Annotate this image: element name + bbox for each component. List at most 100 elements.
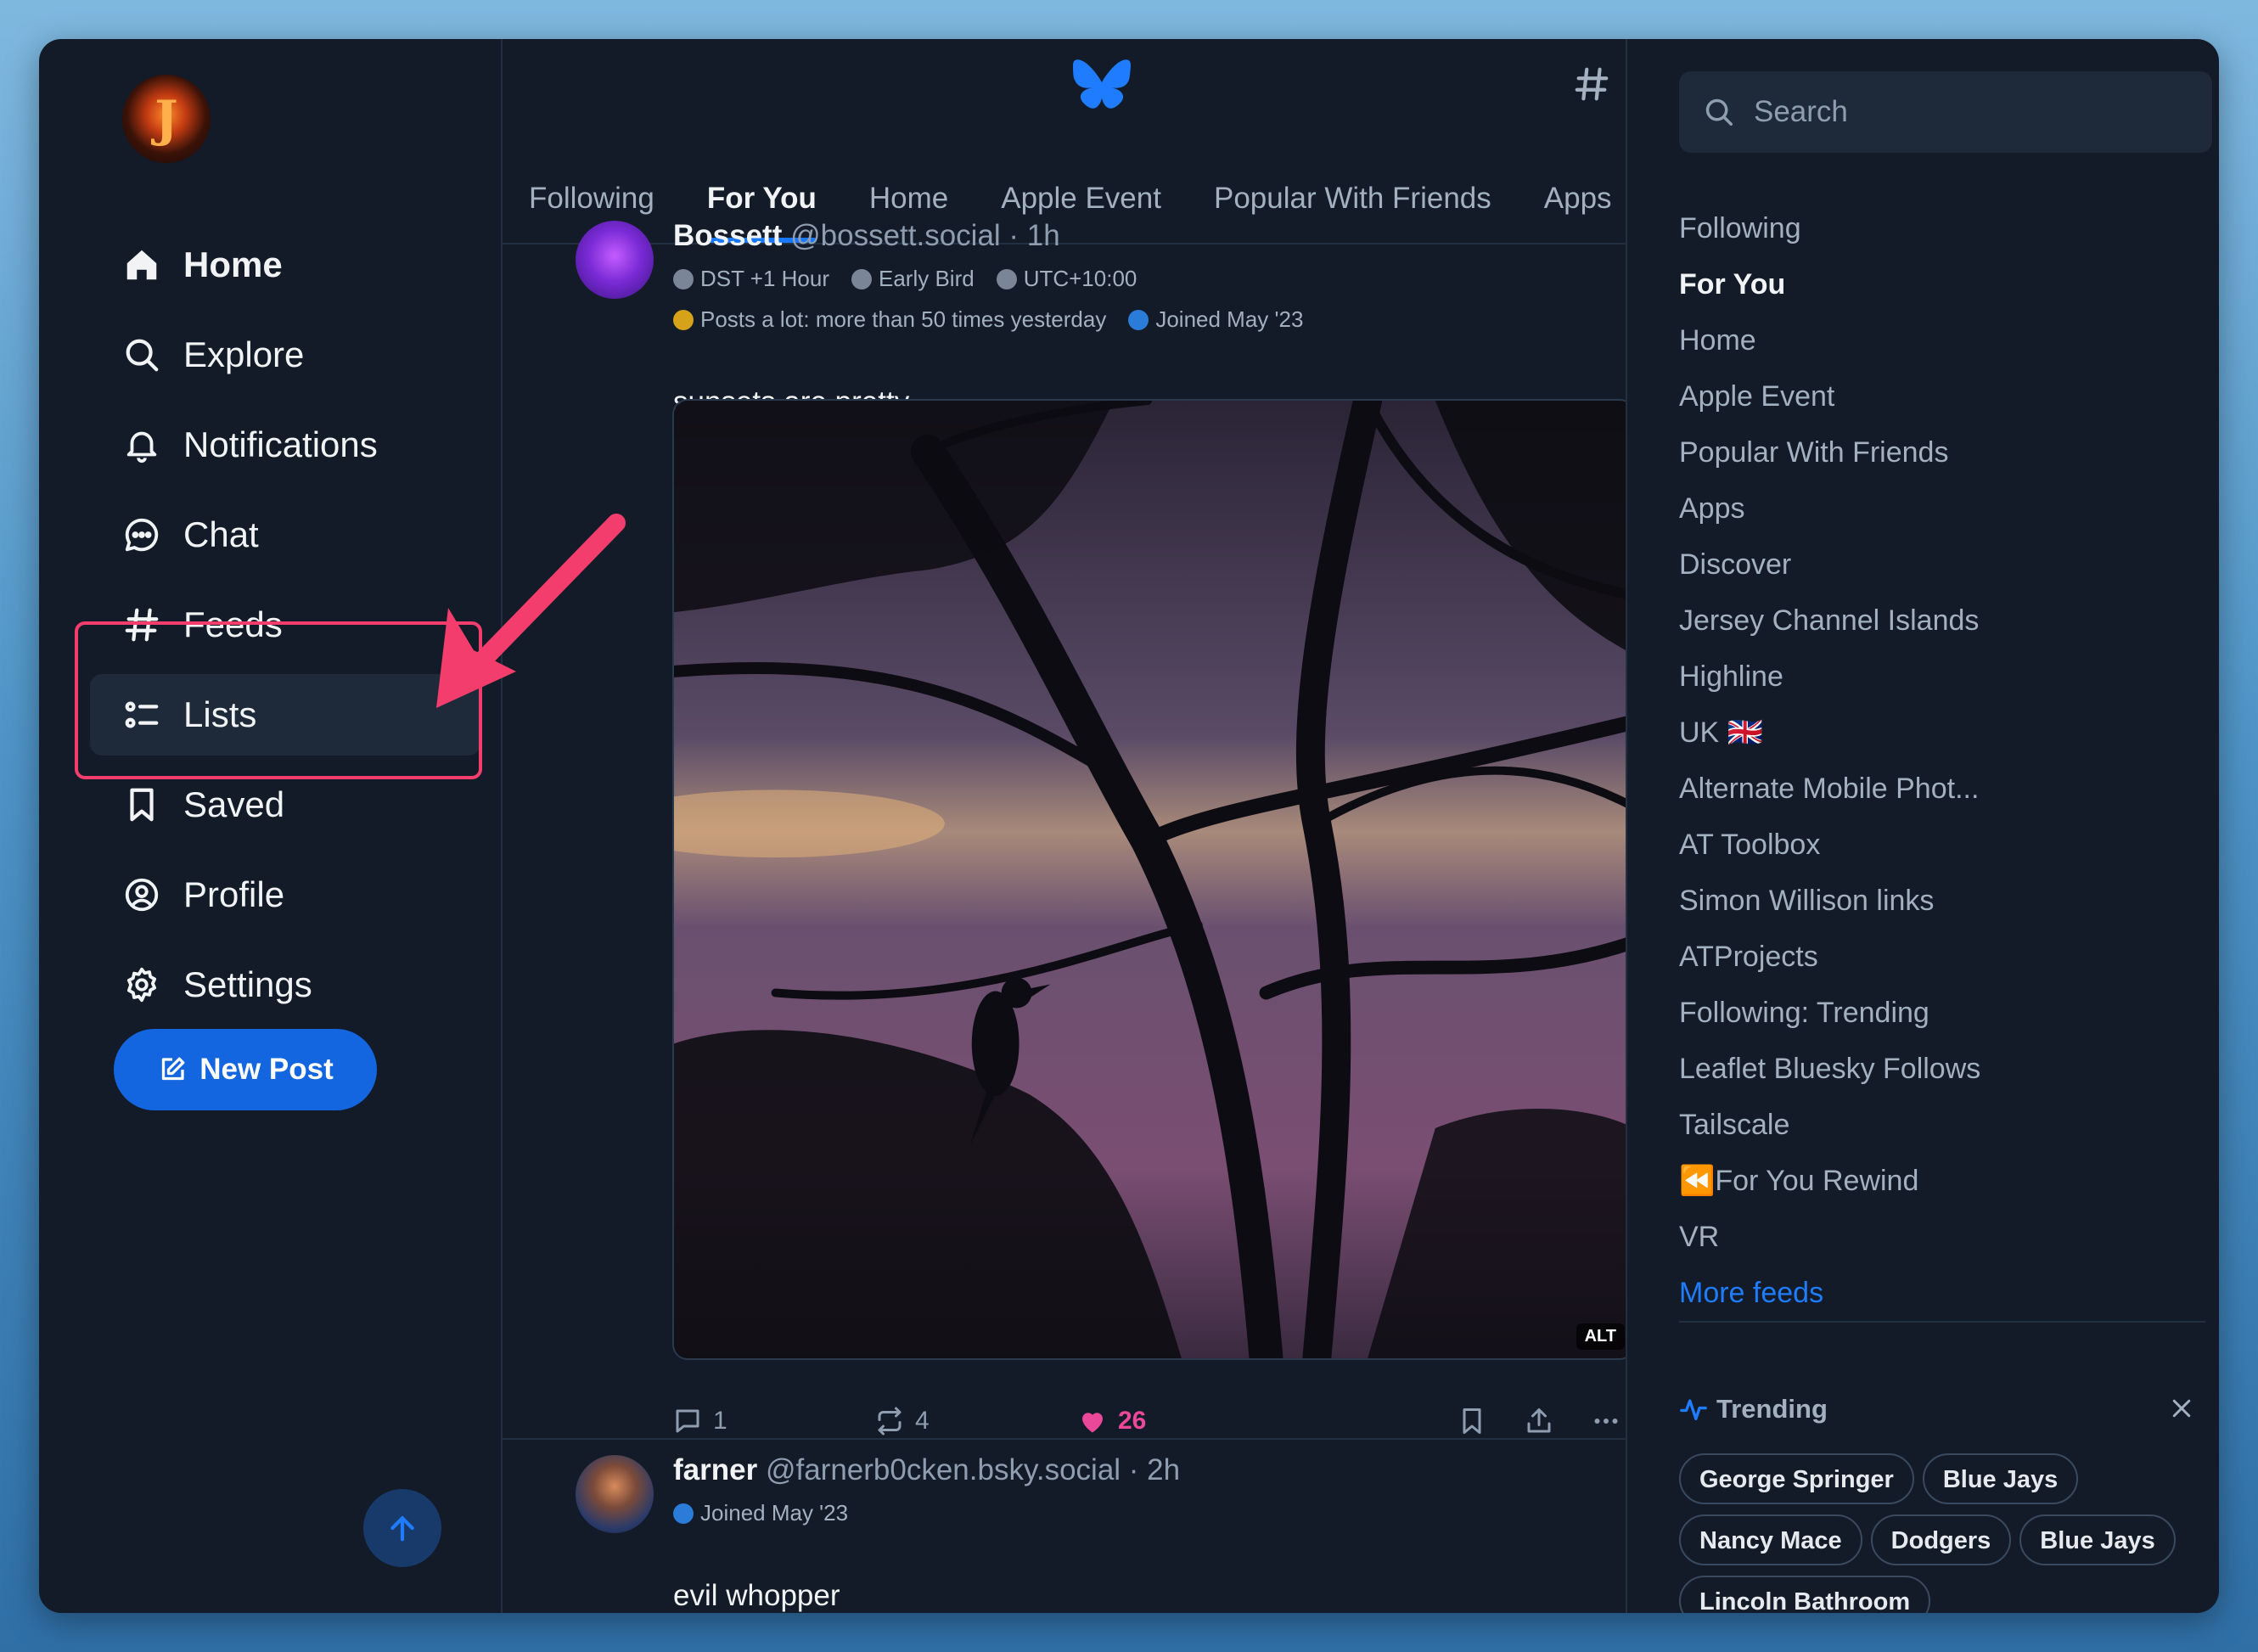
post-header: Bossett @bossett.social · 1h: [673, 219, 1060, 253]
alt-text-badge[interactable]: ALT: [1576, 1323, 1625, 1350]
search-icon: [126, 339, 159, 372]
badge-label: UTC+10:00: [1023, 266, 1137, 291]
trending-topic[interactable]: Dodgers: [1870, 1514, 2012, 1565]
feed-link[interactable]: Apps: [1679, 480, 1980, 537]
feed-link[interactable]: ⏪For You Rewind: [1679, 1153, 1980, 1209]
nav-item-explore[interactable]: Explore: [90, 314, 480, 396]
feed-link[interactable]: Home: [1679, 312, 1980, 368]
repost-icon: [878, 1407, 902, 1436]
nav-item-home[interactable]: Home: [90, 224, 480, 306]
like-count: 26: [1118, 1407, 1147, 1435]
feed-link[interactable]: VR: [1679, 1209, 1980, 1265]
reply-button[interactable]: 1: [672, 1406, 727, 1436]
post-image[interactable]: ALT: [672, 399, 1626, 1360]
reply-icon: [676, 1409, 699, 1433]
avatar-letter: J: [154, 90, 178, 148]
nav-label-settings: Settings: [183, 964, 312, 1004]
nav-item-profile[interactable]: Profile: [90, 854, 480, 936]
nav-label-home: Home: [183, 244, 283, 284]
bell-icon: [126, 431, 157, 464]
gear-icon: [126, 967, 157, 1003]
feed-link[interactable]: AT Toolbox: [1679, 817, 1980, 873]
trending-topic[interactable]: George Springer: [1679, 1453, 1914, 1504]
post-author-name[interactable]: Bossett: [673, 219, 782, 252]
ellipsis-icon: [1594, 1419, 1618, 1424]
feed-link[interactable]: Simon Willison links: [1679, 873, 1980, 929]
badge: Posts a lot: more than 50 times yesterda…: [673, 306, 1106, 333]
nav-label-notifications: Notifications: [183, 424, 378, 464]
post-author-handle[interactable]: @bossett.social · 1h: [790, 219, 1060, 252]
badge-label: Joined May '23: [700, 1500, 849, 1526]
tab-label: For You: [706, 182, 817, 215]
feed-link[interactable]: Following: Trending: [1679, 985, 1980, 1041]
bookmark-button[interactable]: [1457, 1406, 1497, 1436]
app-window: J Home Explore Notifications Chat Feeds: [39, 39, 2219, 1613]
feed-column: Following For You Home Apple Event Popul…: [503, 39, 1627, 1613]
search-box[interactable]: [1679, 71, 2212, 153]
feed-link-active[interactable]: For You: [1679, 256, 1980, 312]
post-author-avatar[interactable]: [576, 221, 654, 299]
share-button[interactable]: [1524, 1406, 1564, 1436]
new-post-label: New Post: [199, 1053, 334, 1086]
more-options-button[interactable]: [1591, 1406, 1626, 1436]
trending-topics: George Springer Blue Jays Nancy Mace Dod…: [1679, 1453, 2205, 1613]
feed-link[interactable]: Jersey Channel Islands: [1679, 593, 1980, 649]
profile-icon: [125, 878, 159, 912]
feed-link[interactable]: Highline: [1679, 649, 1980, 705]
tab-apps[interactable]: Apps: [1518, 165, 1626, 243]
search-icon: [1705, 98, 1733, 126]
nav-item-notifications[interactable]: Notifications: [90, 404, 480, 486]
search-input[interactable]: [1752, 94, 2197, 130]
feed-link[interactable]: Discover: [1679, 537, 1980, 593]
tab-label: Home: [868, 182, 949, 215]
feed-link[interactable]: Leaflet Bluesky Follows: [1679, 1041, 1980, 1097]
reply-count: 1: [713, 1407, 727, 1435]
nav-item-settings[interactable]: Settings: [90, 944, 480, 1025]
badge-label: Joined May '23: [1155, 306, 1304, 332]
like-button[interactable]: 26: [1077, 1406, 1146, 1436]
butterfly-logo-icon[interactable]: [1073, 59, 1131, 109]
tab-popular-with-friends[interactable]: Popular With Friends: [1188, 165, 1518, 243]
close-icon[interactable]: [2169, 1396, 2194, 1421]
feed-link[interactable]: Popular With Friends: [1679, 424, 1980, 480]
feed-link[interactable]: Alternate Mobile Phot...: [1679, 761, 1980, 817]
post-author-name[interactable]: farner: [673, 1453, 757, 1486]
feed-link[interactable]: Following: [1679, 200, 1980, 256]
feeds-hash-icon[interactable]: [1572, 65, 1611, 104]
bookmark-icon: [1463, 1408, 1481, 1434]
nav-label-saved: Saved: [183, 784, 285, 824]
trending-header: Trending: [1679, 1394, 1828, 1424]
feed-tabs: Following For You Home Apple Event Popul…: [503, 165, 1626, 243]
feed-link[interactable]: ATProjects: [1679, 929, 1980, 985]
nav-label-chat: Chat: [183, 514, 259, 554]
more-feeds-link[interactable]: More feeds: [1679, 1265, 1980, 1321]
sunset-photo: [674, 401, 1626, 1358]
trending-divider: [1679, 1321, 2205, 1323]
scroll-to-top-button[interactable]: [363, 1489, 441, 1567]
feed-link[interactable]: Tailscale: [1679, 1097, 1980, 1153]
user-avatar[interactable]: J: [122, 75, 211, 163]
new-post-button[interactable]: New Post: [114, 1029, 377, 1110]
post-divider: [503, 1438, 1626, 1440]
post-badges-row: DST +1 Hour Early Bird UTC+10:00: [673, 266, 1159, 292]
badge: Early Bird: [851, 266, 975, 292]
joined-badge-icon: [673, 1503, 694, 1524]
feed-link[interactable]: Apple Event: [1679, 368, 1980, 424]
post-badges-row: Joined May '23: [673, 1500, 870, 1526]
trending-topic[interactable]: Lincoln Bathroom: [1679, 1576, 1931, 1613]
post-author-avatar[interactable]: [576, 1455, 654, 1533]
feed-link[interactable]: UK 🇬🇧: [1679, 705, 1980, 761]
repost-button[interactable]: 4: [874, 1406, 930, 1436]
badge-label: Early Bird: [878, 266, 975, 291]
repost-count: 4: [915, 1407, 930, 1435]
post-author-handle[interactable]: @farnerb0cken.bsky.social · 2h: [766, 1453, 1180, 1486]
trending-topic[interactable]: Blue Jays: [2019, 1514, 2176, 1565]
tabs-divider: [503, 243, 1626, 244]
globe-icon: [996, 268, 1017, 289]
trending-topic[interactable]: Nancy Mace: [1679, 1514, 1862, 1565]
post-badges-row: Posts a lot: more than 50 times yesterda…: [673, 306, 1325, 333]
badge-label: Posts a lot: more than 50 times yesterda…: [700, 306, 1107, 332]
badge: DST +1 Hour: [673, 266, 829, 292]
trending-topic[interactable]: Blue Jays: [1922, 1453, 2079, 1504]
globe-icon: [851, 268, 872, 289]
